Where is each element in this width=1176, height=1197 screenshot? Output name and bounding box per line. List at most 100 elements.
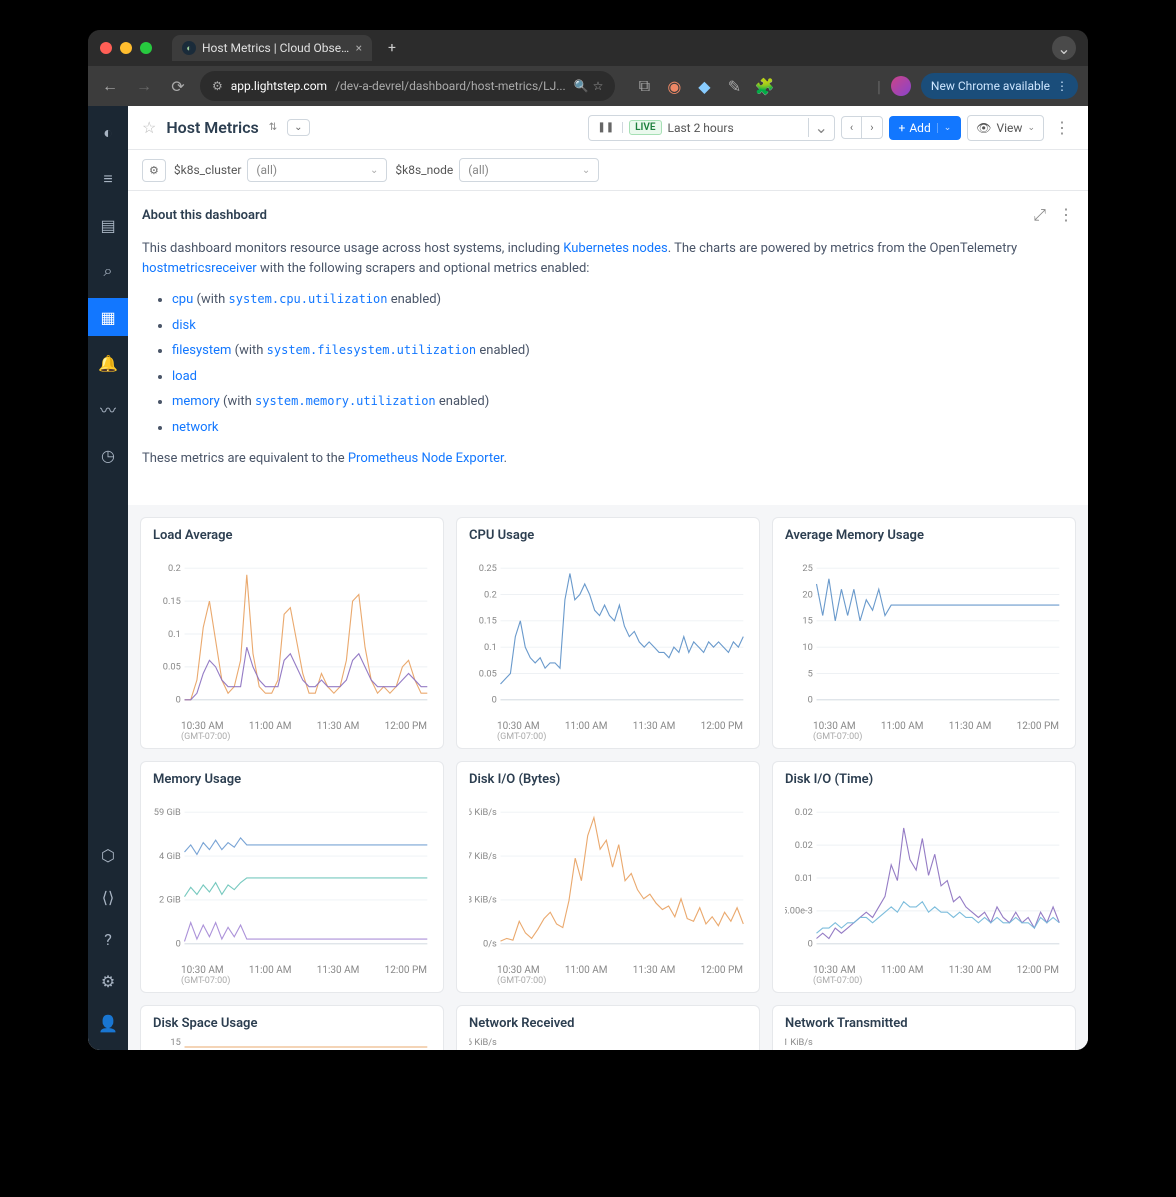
tab-close-icon[interactable]: × bbox=[356, 41, 362, 55]
extension-icon[interactable]: ✎ bbox=[725, 77, 743, 95]
window-minimize-icon[interactable] bbox=[120, 42, 132, 54]
svg-text:0.05: 0.05 bbox=[163, 661, 181, 672]
header-kebab-icon[interactable]: ⋮ bbox=[1050, 114, 1074, 141]
expand-icon[interactable]: ⤢ bbox=[1033, 205, 1046, 225]
window-menu-icon[interactable]: ⌄ bbox=[1052, 36, 1076, 60]
chart-plot: 02 GiB4 GiB5.59 GiB bbox=[153, 793, 431, 963]
kebab-icon[interactable]: ⋮ bbox=[1058, 205, 1074, 225]
extension-icon[interactable]: ◆ bbox=[695, 77, 713, 95]
chart-timezone: (GMT-07:00) bbox=[785, 732, 1063, 742]
chevron-down-icon: ⌄ bbox=[937, 123, 952, 133]
time-next-button[interactable]: › bbox=[862, 117, 881, 138]
svg-text:5: 5 bbox=[808, 668, 813, 679]
favorite-star-icon[interactable]: ☆ bbox=[142, 118, 156, 137]
sidenav-bell-icon[interactable]: 🔔 bbox=[88, 344, 128, 382]
svg-text:10: 10 bbox=[802, 641, 812, 652]
link-hostmetricsreceiver[interactable]: hostmetricsreceiver bbox=[142, 261, 257, 276]
chart-plot: 3.91 KiB/s bbox=[785, 1037, 1063, 1051]
chart-panel[interactable]: Disk Space Usage15 bbox=[140, 1005, 444, 1051]
svg-text:0: 0 bbox=[176, 694, 181, 705]
sidenav-code-icon[interactable]: ⟨⟩ bbox=[88, 878, 128, 916]
svg-text:20: 20 bbox=[802, 589, 812, 600]
time-range-selector[interactable]: ❚❚ LIVE Last 2 hours ⌄ bbox=[588, 115, 835, 141]
link-network[interactable]: network bbox=[172, 420, 219, 435]
link-load[interactable]: load bbox=[172, 369, 197, 384]
view-button[interactable]: 👁 View ⌄ bbox=[967, 115, 1044, 141]
filter-cluster-select[interactable]: (all) ⌄ bbox=[247, 158, 387, 182]
nav-forward-icon[interactable]: → bbox=[132, 74, 156, 98]
link-prometheus[interactable]: Prometheus Node Exporter bbox=[348, 451, 504, 466]
svg-text:5.86 KiB/s: 5.86 KiB/s bbox=[469, 1037, 497, 1048]
chart-title: Disk I/O (Time) bbox=[785, 772, 1063, 787]
link-disk[interactable]: disk bbox=[172, 318, 196, 333]
site-settings-icon[interactable]: ⚙ bbox=[212, 79, 223, 93]
sidenav-dashboard-icon[interactable]: ▦ bbox=[88, 298, 128, 336]
link-filesystem[interactable]: filesystem bbox=[172, 343, 231, 358]
sidenav-search-icon[interactable]: ⌕ bbox=[88, 252, 128, 290]
link-memory[interactable]: memory bbox=[172, 394, 220, 409]
svg-text:0.2: 0.2 bbox=[484, 589, 497, 600]
about-panel: About this dashboard ⤢ ⋮ This dashboard … bbox=[128, 191, 1088, 505]
chrome-update-button[interactable]: New Chrome available ⋮ bbox=[921, 73, 1078, 99]
filter-settings-icon[interactable]: ⚙ bbox=[142, 159, 166, 182]
chart-x-axis: 10:30 AM11:00 AM11:30 AM12:00 PM bbox=[469, 963, 747, 976]
chart-timezone: (GMT-07:00) bbox=[469, 976, 747, 986]
chart-panel[interactable]: CPU Usage00.050.10.150.20.2510:30 AM11:0… bbox=[456, 517, 760, 749]
link-cpu[interactable]: cpu bbox=[172, 292, 193, 307]
extension-icon[interactable]: ◉ bbox=[665, 77, 683, 95]
link-k8s-nodes[interactable]: Kubernetes nodes bbox=[563, 241, 667, 256]
time-range-label: Last 2 hours bbox=[668, 121, 808, 135]
svg-text:0/s: 0/s bbox=[483, 938, 497, 949]
chart-panel[interactable]: Network Transmitted3.91 KiB/s bbox=[772, 1005, 1076, 1051]
chart-plot: 15 bbox=[153, 1037, 431, 1051]
sidenav-logo-icon[interactable]: ◐ bbox=[88, 114, 128, 152]
sidenav-pulse-icon[interactable]: 〰 bbox=[88, 390, 128, 428]
svg-text:48.8 KiB/s: 48.8 KiB/s bbox=[469, 894, 497, 905]
titlebar: ◐ Host Metrics | Cloud Observa × + ⌄ bbox=[88, 30, 1088, 66]
sidenav-gear-icon[interactable]: ⚙ bbox=[88, 962, 128, 1000]
add-button[interactable]: + Add ⌄ bbox=[889, 116, 962, 140]
window-close-icon[interactable] bbox=[100, 42, 112, 54]
svg-text:0: 0 bbox=[176, 938, 181, 949]
profile-avatar[interactable] bbox=[891, 76, 911, 96]
pause-icon[interactable]: ❚❚ bbox=[589, 122, 623, 133]
time-prev-button[interactable]: ‹ bbox=[842, 117, 862, 138]
svg-text:0.02: 0.02 bbox=[795, 839, 813, 850]
browser-tab[interactable]: ◐ Host Metrics | Cloud Observa × bbox=[172, 35, 372, 61]
svg-text:0.15: 0.15 bbox=[479, 615, 497, 626]
nav-back-icon[interactable]: ← bbox=[98, 74, 122, 98]
chart-panel[interactable]: Disk I/O (Bytes)0/s48.8 KiB/s97.7 KiB/s1… bbox=[456, 761, 760, 993]
app-sidenav: ◐ ≡ ▤ ⌕ ▦ 🔔 〰 ◷ ⬡ ⟨⟩ ? ⚙ 👤 bbox=[88, 106, 128, 1050]
chart-panel[interactable]: Memory Usage02 GiB4 GiB5.59 GiB10:30 AM1… bbox=[140, 761, 444, 993]
chart-panel[interactable]: Network Received5.86 KiB/s bbox=[456, 1005, 760, 1051]
chart-timezone: (GMT-07:00) bbox=[153, 732, 431, 742]
new-tab-button[interactable]: + bbox=[388, 40, 396, 56]
sidenav-help-icon[interactable]: ? bbox=[88, 920, 128, 958]
title-dropdown-button[interactable]: ⌄ bbox=[287, 119, 309, 136]
window-maximize-icon[interactable] bbox=[140, 42, 152, 54]
chart-panel[interactable]: Average Memory Usage051015202510:30 AM11… bbox=[772, 517, 1076, 749]
chart-panel[interactable]: Load Average00.050.10.150.210:30 AM11:00… bbox=[140, 517, 444, 749]
svg-text:0.02: 0.02 bbox=[795, 806, 813, 817]
nav-reload-icon[interactable]: ⟳ bbox=[166, 74, 190, 98]
sidenav-user-icon[interactable]: 👤 bbox=[88, 1004, 128, 1042]
sidenav-doc-icon[interactable]: ▤ bbox=[88, 206, 128, 244]
filter-node-select[interactable]: (all) ⌄ bbox=[459, 158, 599, 182]
svg-text:3.91 KiB/s: 3.91 KiB/s bbox=[785, 1037, 813, 1048]
zoom-icon[interactable]: 🔍 bbox=[574, 79, 589, 93]
sidenav-clock-icon[interactable]: ◷ bbox=[88, 436, 128, 474]
title-sort-icon[interactable]: ⇅ bbox=[269, 122, 277, 133]
url-input[interactable]: ⚙ app.lightstep.com /dev-a-devrel/dashbo… bbox=[200, 71, 615, 101]
live-badge: LIVE bbox=[629, 120, 661, 135]
filter-cluster-label: $k8s_cluster bbox=[174, 163, 242, 177]
extensions-icon[interactable]: 🧩 bbox=[755, 77, 773, 95]
sidenav-list-icon[interactable]: ≡ bbox=[88, 160, 128, 198]
sidenav-cube-icon[interactable]: ⬡ bbox=[88, 836, 128, 874]
bookmark-icon[interactable]: ☆ bbox=[593, 79, 604, 93]
chart-panel[interactable]: Disk I/O (Time)05.00e-30.010.020.0210:30… bbox=[772, 761, 1076, 993]
chevron-down-icon: ⌄ bbox=[582, 165, 590, 176]
svg-text:0: 0 bbox=[808, 694, 813, 705]
url-path: /dev-a-devrel/dashboard/host-metrics/LJ.… bbox=[335, 79, 566, 93]
extension-icon[interactable]: ⧉ bbox=[635, 77, 653, 95]
about-title: About this dashboard bbox=[142, 208, 267, 223]
